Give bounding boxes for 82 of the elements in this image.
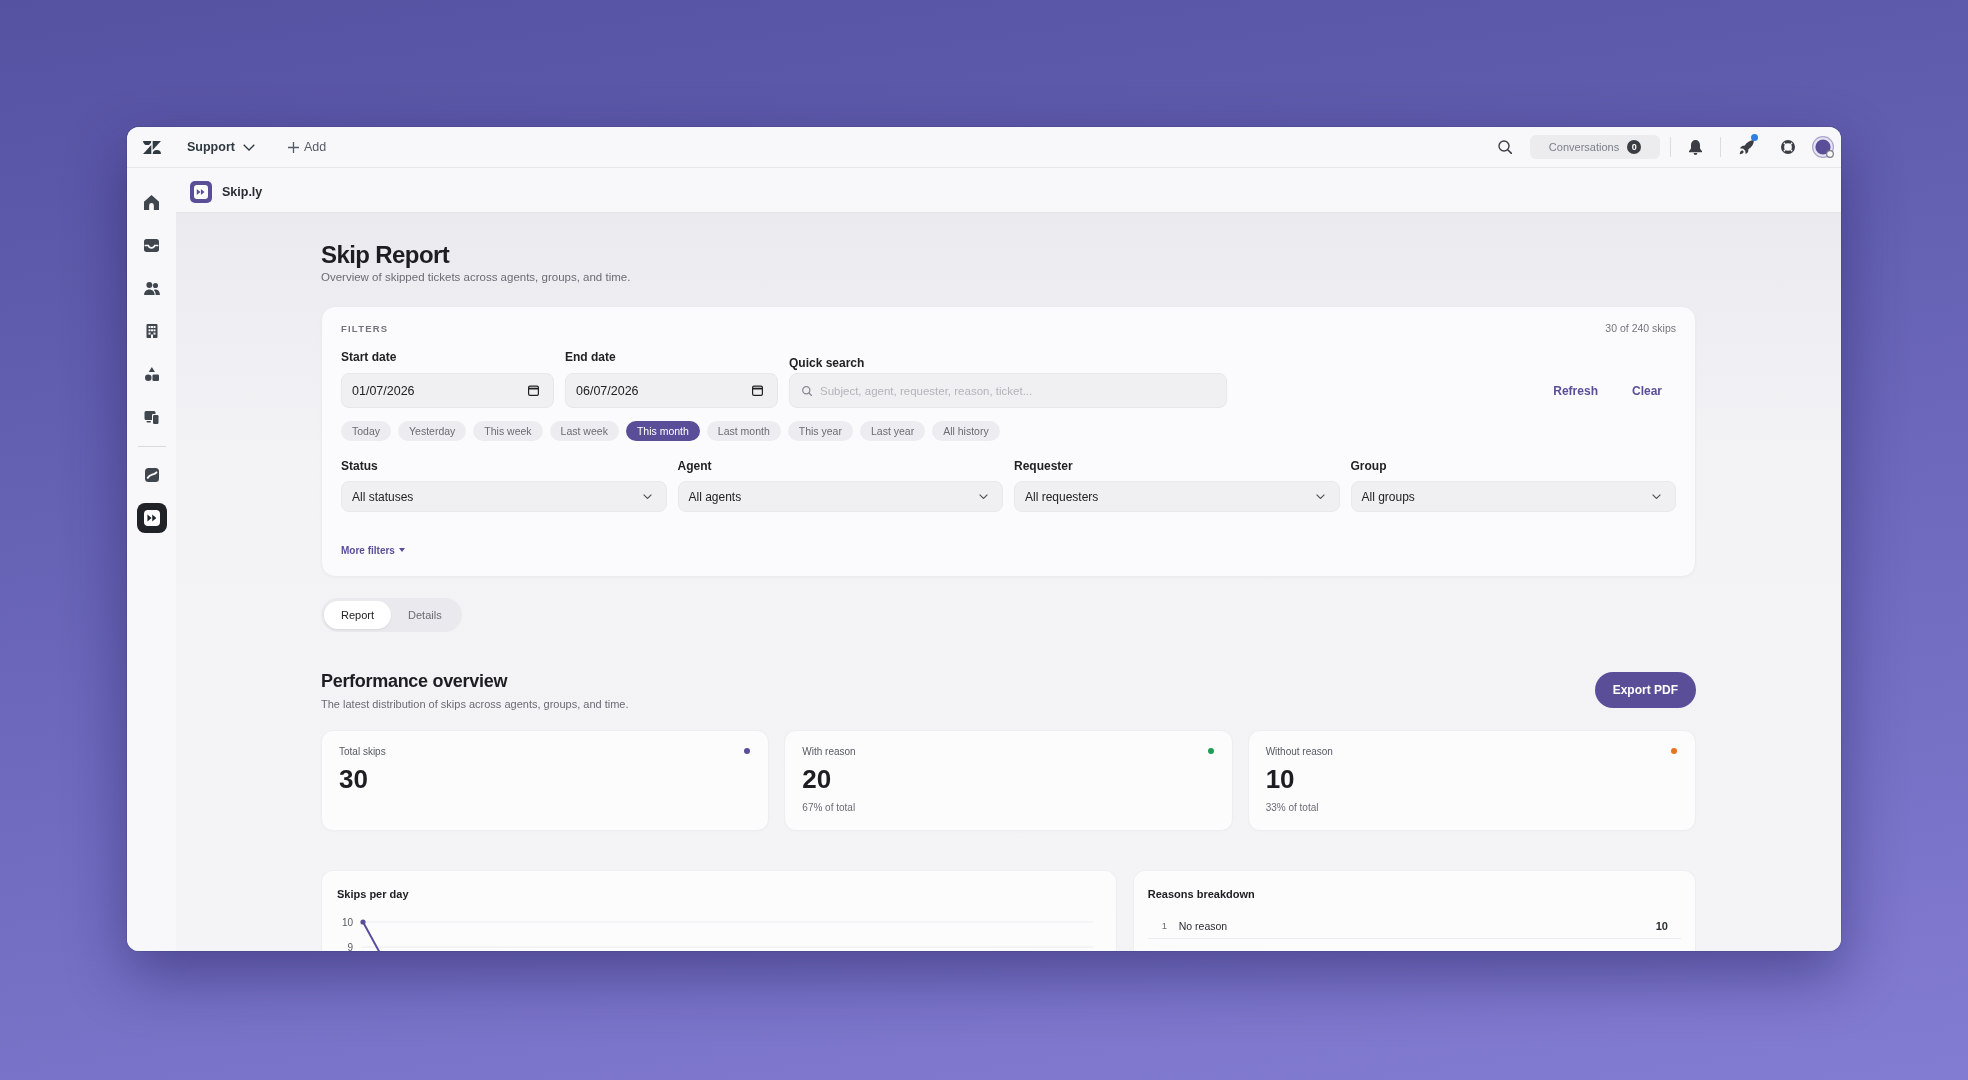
calendar-icon — [752, 385, 763, 396]
app-name: Skip.ly — [222, 184, 263, 199]
rocket-icon — [1738, 139, 1754, 155]
caret-icon — [398, 548, 405, 552]
section-subtitle: The latest distribution of skips across agents, groups, and time. — [321, 696, 629, 711]
date-preset-chip[interactable]: This year — [787, 421, 853, 441]
stat-value: 30 — [339, 763, 369, 794]
field-label: Status — [341, 459, 379, 474]
stat-label: Without reason — [1265, 744, 1333, 758]
home-icon — [144, 194, 159, 210]
date-preset-chip[interactable]: Last month — [706, 421, 781, 441]
stat-note: 67% of total — [802, 800, 857, 814]
date-preset-chip[interactable]: Last week — [549, 421, 619, 441]
dropdown[interactable]: All agents — [677, 481, 1003, 512]
fast-forward-icon — [143, 510, 160, 526]
axis-label: 10 — [341, 916, 353, 927]
field-label: Requester — [1014, 459, 1074, 474]
dropdown[interactable]: All requesters — [1014, 481, 1340, 512]
avatar-icon — [1812, 136, 1834, 158]
rank-number: 1 — [1161, 920, 1169, 931]
fast-forward-logo-icon — [190, 180, 212, 203]
chevron-down-icon — [242, 143, 255, 151]
export-pdf-button[interactable]: Export PDF — [1594, 671, 1696, 708]
dropdown[interactable]: All statuses — [341, 481, 667, 512]
stat-value: 10 — [1265, 763, 1296, 794]
plus-icon — [287, 141, 299, 153]
page-subtitle: Overview of skipped tickets across agents, groups, and time. — [321, 270, 632, 285]
date-preset-chip[interactable]: This week — [473, 421, 543, 441]
bell-icon — [1688, 139, 1702, 155]
calendar-icon — [528, 385, 539, 396]
reason-count: 10 — [1655, 919, 1668, 932]
count-badge: 0 — [1627, 140, 1642, 154]
date-preset-chip[interactable]: This month — [625, 421, 700, 441]
search-icon — [1498, 140, 1512, 154]
stat-label: Total skips — [339, 744, 386, 758]
nav-button[interactable] — [136, 503, 167, 533]
stat-label: With reason — [802, 744, 856, 758]
date-preset-chip[interactable]: Last year — [859, 421, 926, 441]
workspace-switcher[interactable]: Support — [187, 133, 255, 161]
card-title: Reasons breakdown — [1147, 886, 1256, 901]
section-title: Performance overview — [321, 669, 509, 692]
section-label: FILTERS — [341, 322, 389, 334]
tab[interactable]: Report — [324, 600, 392, 629]
search-field[interactable]: Subject, agent, requester, reason, ticket... — [789, 373, 1227, 408]
lifebuoy-icon — [1781, 140, 1795, 154]
more-filters-link[interactable]: More filters — [341, 544, 405, 556]
building-icon — [145, 324, 158, 338]
date-preset-chip[interactable]: Yesterday — [398, 421, 467, 441]
add-button[interactable]: Add — [287, 133, 327, 161]
axis-label: 9 — [347, 941, 353, 951]
field-label: Group — [1350, 459, 1388, 474]
field-label: Agent — [677, 459, 713, 474]
date-field[interactable]: 06/07/2026 — [565, 373, 778, 408]
field-label: End date — [565, 350, 617, 365]
result-count: 30 of 240 skips — [1605, 322, 1676, 334]
page-title: Skip Report — [321, 241, 451, 269]
chevron-down-icon — [1315, 494, 1325, 499]
stat-note: 33% of total — [1265, 800, 1320, 814]
dropdown[interactable]: All groups — [1350, 481, 1676, 512]
swoosh-tile-icon — [144, 468, 159, 482]
search-icon — [802, 385, 812, 396]
date-preset-chip[interactable]: All history — [932, 421, 1000, 441]
conversations-button[interactable]: Conversations 0 — [1530, 135, 1660, 159]
devices-icon — [144, 410, 159, 424]
line-graph — [360, 918, 382, 951]
date-preset-chip[interactable]: Today — [341, 421, 392, 441]
field-label: Quick search — [789, 356, 866, 371]
field-label: Start date — [341, 350, 398, 365]
chevron-down-icon — [1652, 494, 1661, 499]
chevron-down-icon — [979, 494, 988, 499]
reason-label: No reason — [1178, 919, 1229, 932]
stat-value: 20 — [802, 763, 833, 794]
chart-title: Skips per day — [337, 886, 410, 901]
chevron-down-icon — [642, 494, 652, 499]
tab[interactable]: Details — [391, 600, 459, 629]
inbox-icon — [144, 238, 159, 252]
people-icon — [143, 281, 160, 295]
text-button[interactable]: Refresh — [1539, 373, 1612, 408]
text-button[interactable]: Clear — [1617, 373, 1676, 408]
z-logo-icon — [142, 140, 161, 154]
date-field[interactable]: 01/07/2026 — [341, 373, 554, 408]
shapes-icon — [144, 367, 159, 381]
